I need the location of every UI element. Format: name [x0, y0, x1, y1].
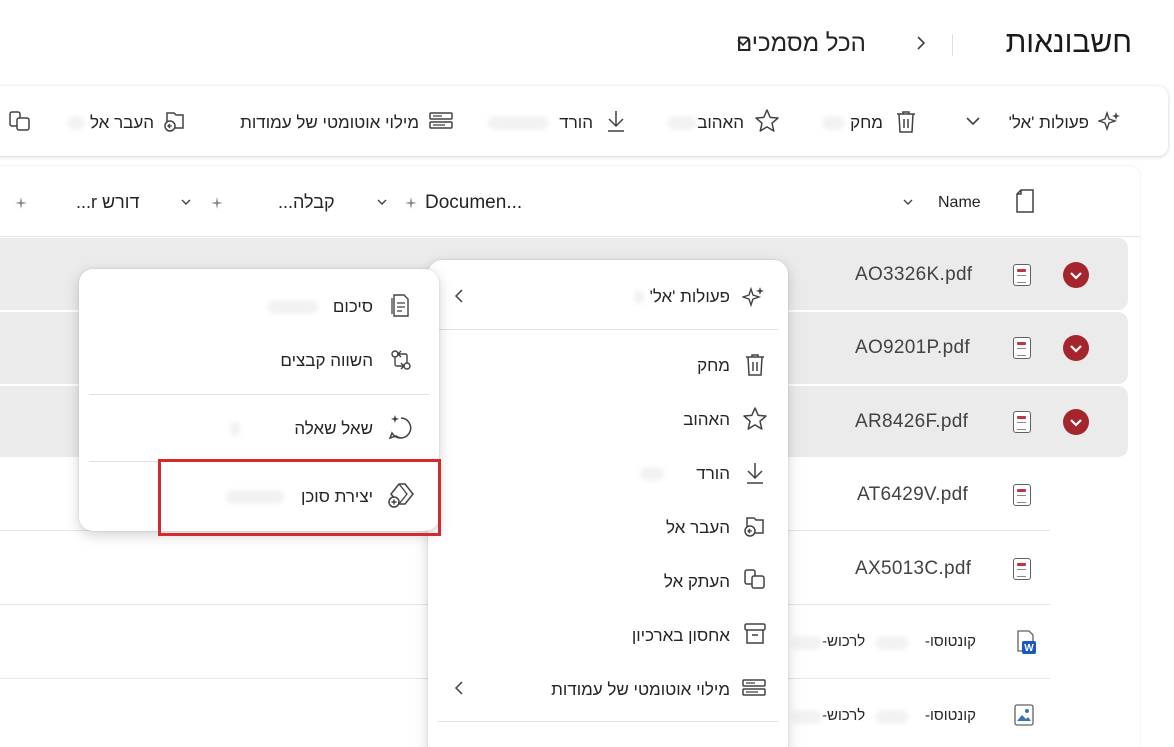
file-name[interactable]: AX5013C.pdf	[855, 558, 971, 580]
blurred-shortcut	[230, 422, 240, 436]
svg-text:W: W	[1024, 643, 1034, 654]
copy-icon	[743, 568, 767, 592]
pdf-file-icon	[1013, 411, 1031, 433]
menu-item-label: הורד	[696, 464, 730, 483]
star-icon	[754, 108, 780, 134]
blurred-shortcut	[68, 116, 84, 130]
file-name[interactable]: AO3326K.pdf	[855, 264, 972, 286]
document-column-chevron-icon[interactable]	[376, 197, 388, 207]
autofill-label: מילוי אוטומטי של עמודות	[240, 113, 419, 132]
pdf-file-icon	[1013, 558, 1031, 580]
submenu-item-label: השווה קבצים	[280, 351, 373, 370]
blurred-text	[792, 710, 822, 724]
highlight-box	[158, 459, 441, 536]
menu-item-label: מילוי אוטומטי של עמודות	[551, 680, 730, 699]
blurred-shortcut	[668, 116, 696, 130]
blurred-text	[876, 710, 908, 724]
pdf-file-icon	[1013, 264, 1031, 286]
file-name[interactable]: AT6429V.pdf	[857, 484, 968, 506]
view-selector[interactable]: הכל מסמכים	[736, 30, 866, 58]
submenu-item-label: שאל שאלה	[294, 419, 373, 438]
document-column-header[interactable]: Documen...	[425, 192, 522, 214]
move-folder-icon	[742, 513, 768, 539]
ai-column-sparkle-icon	[14, 196, 28, 210]
menu-item-label: פעולות 'אל'	[649, 287, 730, 306]
image-file-icon	[1013, 703, 1035, 727]
menu-divider	[438, 721, 778, 722]
submenu-item-label: סיכום	[332, 297, 373, 316]
word-file-icon: W	[1013, 629, 1037, 655]
header-divider	[952, 34, 953, 56]
download-icon	[744, 460, 766, 486]
pdf-file-icon	[1013, 337, 1031, 359]
compare-files-icon	[388, 347, 414, 373]
archive-icon	[742, 621, 768, 647]
pdf-file-icon	[1013, 484, 1031, 506]
star-icon	[742, 406, 768, 432]
sparkle-icon	[1098, 110, 1122, 134]
menu-item-label: האהוב	[683, 410, 730, 429]
breadcrumb-chevron-icon[interactable]	[914, 34, 928, 52]
row-selected-indicator[interactable]	[1063, 335, 1089, 361]
download-label: הורד	[559, 113, 593, 132]
ai-actions-dropdown-icon[interactable]	[965, 116, 981, 126]
delete-label: מחק	[850, 113, 883, 132]
menu-divider	[89, 394, 429, 395]
page-title: חשבונאות	[1005, 26, 1132, 59]
ask-question-icon	[386, 412, 416, 442]
file-type-column-icon	[1014, 188, 1036, 214]
file-name[interactable]: קונטוסו-	[925, 633, 976, 650]
file-name[interactable]: AO9201P.pdf	[855, 337, 970, 359]
blurred-text	[792, 636, 822, 650]
menu-item-label: העתק אל	[663, 572, 730, 591]
view-dropdown-icon[interactable]	[736, 38, 750, 48]
trash-icon	[894, 109, 918, 135]
ai-column-sparkle-icon	[404, 196, 418, 210]
file-name[interactable]: קונטוסו-	[925, 707, 976, 724]
menu-divider	[438, 329, 778, 330]
row-selected-indicator[interactable]	[1063, 262, 1089, 288]
file-name-extra: לרכוש-	[822, 707, 866, 724]
submenu-item-ask-question[interactable]	[92, 408, 426, 450]
copy-icon	[8, 110, 32, 134]
view-selector-label: הכל מסמכים	[736, 30, 866, 57]
autofill-columns-icon	[741, 678, 767, 698]
autofill-columns-icon	[428, 111, 454, 131]
sparkle-icon	[742, 285, 766, 309]
blurred-shortcut	[634, 290, 644, 304]
menu-item-label: אחסון בארכיון	[631, 626, 730, 645]
summary-document-icon	[388, 293, 412, 319]
move-folder-icon	[162, 108, 188, 134]
requires-column-header[interactable]: דורש r...	[76, 192, 139, 213]
menu-item-label: מחק	[697, 356, 730, 375]
menu-item-label: העבר אל	[666, 518, 730, 537]
ai-column-sparkle-icon	[210, 196, 224, 210]
download-icon	[605, 108, 627, 134]
name-sort-chevron-icon[interactable]	[902, 197, 914, 207]
name-column-header[interactable]: Name	[938, 194, 981, 212]
receipt-column-header[interactable]: קבלה...	[278, 192, 335, 213]
blurred-shortcut	[640, 467, 664, 481]
blurred-shortcut	[822, 116, 844, 130]
submenu-chevron-icon	[453, 680, 465, 696]
blurred-shortcut	[268, 300, 318, 314]
favorite-label: האהוב	[697, 113, 744, 132]
submenu-item-summary[interactable]	[92, 286, 426, 328]
blurred-shortcut	[488, 116, 548, 130]
trash-icon	[743, 352, 767, 378]
row-selected-indicator[interactable]	[1063, 409, 1089, 435]
receipt-column-chevron-icon[interactable]	[180, 197, 192, 207]
header-divider	[0, 236, 1140, 237]
move-to-label: העבר אל	[90, 113, 154, 132]
submenu-item-compare[interactable]	[92, 340, 426, 382]
file-name-extra: לרכוש-	[822, 633, 866, 650]
submenu-chevron-icon	[453, 288, 465, 304]
file-name[interactable]: AR8426F.pdf	[855, 411, 968, 433]
ai-actions-label: פעולות 'אל'	[1008, 113, 1089, 132]
blurred-text	[876, 636, 908, 650]
